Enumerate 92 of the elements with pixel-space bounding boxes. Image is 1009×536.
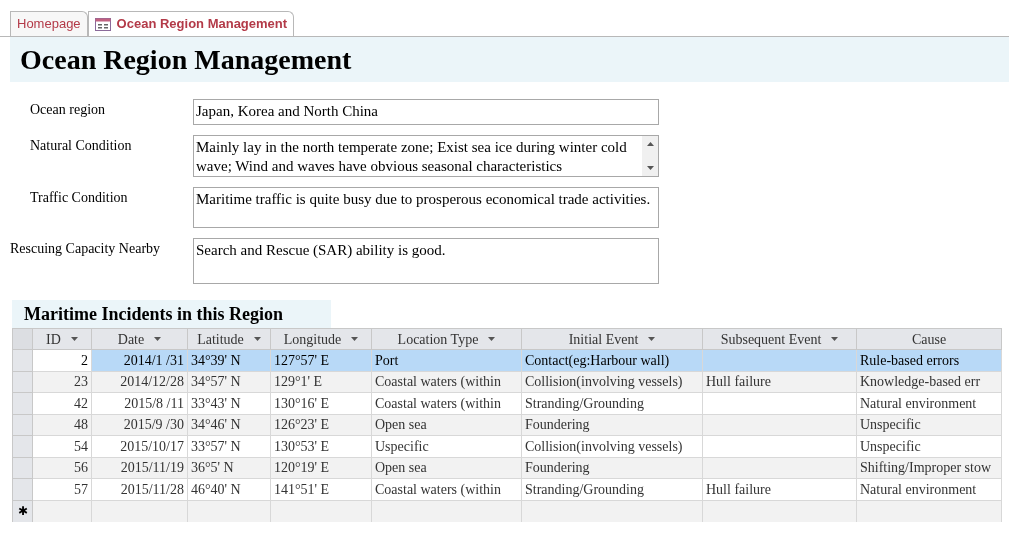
new-record-cell[interactable]	[703, 500, 857, 522]
table-cell: Uspecific	[372, 436, 522, 458]
section-title: Maritime Incidents in this Region	[24, 302, 283, 326]
table-cell: Hull failure	[703, 479, 857, 501]
table-cell: Coastal waters (within	[372, 393, 522, 415]
table-cell: 54	[33, 436, 92, 458]
table-cell: 23	[33, 371, 92, 393]
tab[interactable]: Ocean Region Management	[87, 11, 295, 36]
new-record-cell[interactable]	[92, 500, 188, 522]
table-cell: 46°40' N	[188, 479, 271, 501]
dropdown-arrow-icon[interactable]	[70, 337, 78, 341]
new-row-marker: ✱	[17, 505, 28, 517]
table-cell: 2	[33, 350, 92, 372]
row-selector[interactable]	[13, 436, 33, 458]
table-cell: Collision(involving vessels)	[522, 371, 703, 393]
row-selector[interactable]	[13, 414, 33, 436]
row-selector[interactable]	[13, 350, 33, 372]
table-cell: 57	[33, 479, 92, 501]
table-cell: Coastal waters (within	[372, 479, 522, 501]
table-cell: 2014/1 /31	[92, 350, 188, 372]
table-cell: 2015/10/17	[92, 436, 188, 458]
dropdown-arrow-icon[interactable]	[154, 337, 162, 341]
table-cell: 33°57' N	[188, 436, 271, 458]
table-cell: 141°51' E	[271, 479, 372, 501]
row-selector[interactable]	[13, 371, 33, 393]
table-cell: Natural environment	[857, 393, 1002, 415]
text-field[interactable]: Maritime traffic is quite busy due to prosperous economical trade activities.	[193, 187, 659, 228]
field-label: Traffic Condition	[30, 190, 128, 205]
dropdown-arrow-icon[interactable]	[351, 337, 359, 341]
table-cell: Stranding/Grounding	[522, 479, 703, 501]
new-record-cell[interactable]	[33, 500, 92, 522]
new-record-cell[interactable]	[188, 500, 271, 522]
text-field[interactable]: Japan, Korea and North China	[193, 99, 659, 125]
table-cell: Port	[372, 350, 522, 372]
row-selector[interactable]: ✱	[13, 500, 33, 522]
table-cell: Foundering	[522, 457, 703, 479]
text-field[interactable]: Mainly lay in the north temperate zone; Exist sea ice during winter cold wave; Wind and waves have obvious seasonal characteristics	[193, 135, 659, 177]
dropdown-arrow-icon[interactable]	[253, 337, 261, 341]
table-cell: 129°1' E	[271, 371, 372, 393]
table-cell: 42	[33, 393, 92, 415]
table-cell: 34°46' N	[188, 414, 271, 436]
table-cell: 2015/11/19	[92, 457, 188, 479]
table-cell: Collision(involving vessels)	[522, 436, 703, 458]
table-cell: 34°57' N	[188, 371, 271, 393]
table-cell: Rule-based errors	[857, 350, 1002, 372]
table-cell: 48	[33, 414, 92, 436]
field-label: Rescuing Capacity Nearby	[10, 241, 161, 256]
table-cell: Knowledge-based err	[857, 371, 1002, 393]
new-record-cell[interactable]	[522, 500, 703, 522]
table-cell: Foundering	[522, 414, 703, 436]
table-cell: Coastal waters (within	[372, 371, 522, 393]
tab[interactable]: Homepage	[10, 11, 88, 36]
table-cell: Hull failure	[703, 371, 857, 393]
dropdown-arrow-icon[interactable]	[648, 337, 656, 341]
new-record-cell[interactable]	[372, 500, 522, 522]
table-cell: 2015/9 /30	[92, 414, 188, 436]
table-cell: 127°57' E	[271, 350, 372, 372]
text-field[interactable]: Search and Rescue (SAR) ability is good.	[193, 238, 659, 284]
table-cell: 126°23' E	[271, 414, 372, 436]
field-label: Ocean region	[30, 102, 106, 117]
field-label: Natural Condition	[30, 138, 132, 153]
new-record-cell[interactable]	[857, 500, 1002, 522]
table-cell: 2015/11/28	[92, 479, 188, 501]
table-cell: Open sea	[372, 414, 522, 436]
scrollbar[interactable]	[642, 136, 658, 176]
row-selector[interactable]	[13, 457, 33, 479]
table-cell: Unspecific	[857, 414, 1002, 436]
table-cell: Contact(eg:Harbour wall)	[522, 350, 703, 372]
table-cell: Natural environment	[857, 479, 1002, 501]
table-cell: 120°19' E	[271, 457, 372, 479]
form-title: Ocean Region Management	[20, 42, 352, 77]
table-cell: 130°53' E	[271, 436, 372, 458]
table-cell: Unspecific	[857, 436, 1002, 458]
row-selector[interactable]	[13, 479, 33, 501]
scroll-up-icon[interactable]	[646, 142, 654, 146]
table-cell: Shifting/Improper stow	[857, 457, 1002, 479]
table-cell: 34°39' N	[188, 350, 271, 372]
new-record-cell[interactable]	[271, 500, 372, 522]
table-cell: 130°16' E	[271, 393, 372, 415]
table-cell: Open sea	[372, 457, 522, 479]
dropdown-arrow-icon[interactable]	[488, 337, 496, 341]
table-cell: 56	[33, 457, 92, 479]
select-all-corner[interactable]	[13, 329, 33, 350]
table-cell: 2015/8 /11	[92, 393, 188, 415]
table-cell: 36°5' N	[188, 457, 271, 479]
scroll-down-icon[interactable]	[646, 166, 654, 170]
dropdown-arrow-icon[interactable]	[831, 337, 839, 341]
table-cell: Stranding/Grounding	[522, 393, 703, 415]
form-icon	[94, 17, 111, 31]
table-cell: 33°43' N	[188, 393, 271, 415]
table-cell: 2014/12/28	[92, 371, 188, 393]
row-selector[interactable]	[13, 393, 33, 415]
